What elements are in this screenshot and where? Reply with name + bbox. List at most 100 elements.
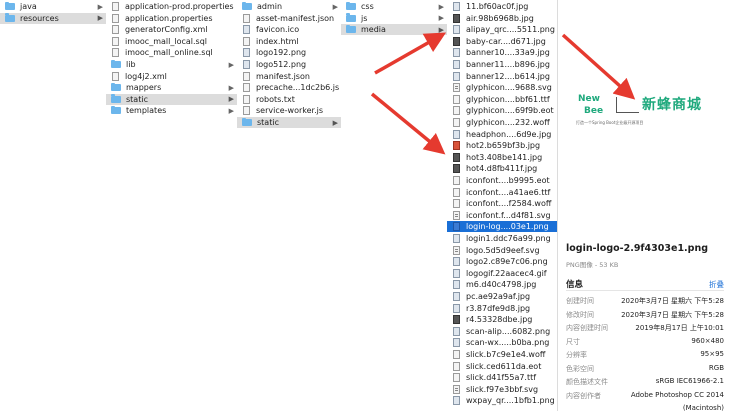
file-item[interactable]: alipay_qrc....5511.png <box>447 24 557 35</box>
file-icon <box>243 71 250 81</box>
file-item[interactable]: hot4.d8fb411f.jpg <box>447 163 557 174</box>
item-label: imooc_mall_online.sql <box>125 48 213 58</box>
column-2: application-prod.properties application.p… <box>106 0 238 411</box>
item-label: log4j2.xml <box>125 71 167 81</box>
file-icon <box>453 234 460 243</box>
file-item[interactable]: banner11....b896.jpg <box>447 59 557 70</box>
file-icon <box>453 187 460 197</box>
item-label: m6.d40c4798.jpg <box>466 280 537 290</box>
file-item[interactable]: application.properties <box>106 13 237 24</box>
info-value: sRGB IEC61966-2.1 <box>655 377 724 385</box>
file-item[interactable]: glyphicon....232.woff <box>447 117 557 128</box>
folder-item[interactable]: lib ▶ <box>106 59 237 70</box>
file-item[interactable]: air.98b6968b.jpg <box>447 13 557 24</box>
folder-icon <box>242 117 252 126</box>
info-key: 内容创建时间 <box>566 324 608 332</box>
file-icon <box>243 36 250 46</box>
item-label: index.html <box>256 36 299 46</box>
file-item[interactable]: imooc_mall_online.sql <box>106 47 237 58</box>
file-item[interactable]: logo.5d5d9eef.svg <box>447 245 557 256</box>
file-item[interactable]: logogif.22aacec4.gif <box>447 268 557 279</box>
file-item[interactable]: r4.53328dbe.jpg <box>447 314 557 325</box>
collapse-link[interactable]: 折叠 <box>709 279 724 290</box>
item-label: headphon....6d9e.jpg <box>466 129 552 139</box>
file-icon <box>453 199 460 209</box>
file-item[interactable]: glyphicon....bbf61.ttf <box>447 94 557 105</box>
file-item[interactable]: logo192.png <box>237 47 341 58</box>
file-item[interactable]: application-prod.properties <box>106 1 237 12</box>
item-label: iconfont....f2584.woff <box>466 199 552 209</box>
file-item[interactable]: m6.d40c4798.jpg <box>447 279 557 290</box>
folder-item[interactable]: java ▶ <box>0 1 106 12</box>
item-label: iconfont....b9995.eot <box>466 176 550 185</box>
file-item[interactable]: robots.txt <box>237 94 341 105</box>
file-item[interactable]: iconfont....f2584.woff <box>447 198 557 209</box>
file-item[interactable]: 11.bf60ac0f.jpg <box>447 1 557 12</box>
folder-icon <box>111 94 121 103</box>
file-item[interactable]: baby-car....d671.jpg <box>447 36 557 47</box>
folder-item[interactable]: css ▶ <box>341 1 447 12</box>
file-item[interactable]: imooc_mall_local.sql <box>106 36 237 47</box>
folder-item[interactable]: mappers ▶ <box>106 82 237 93</box>
folder-item[interactable]: static ▶ <box>106 93 237 105</box>
file-item[interactable]: iconfont....a41ae6.ttf <box>447 187 557 198</box>
file-item[interactable]: login-log....03e1.png <box>447 221 557 233</box>
file-item[interactable]: slick.f97e3bbf.svg <box>447 384 557 395</box>
file-item[interactable]: service-worker.js <box>237 105 341 116</box>
divider <box>566 290 724 291</box>
file-item[interactable]: iconfont.f...d4f81.svg <box>447 210 557 221</box>
chevron-right-icon: ▶ <box>228 95 234 104</box>
file-item[interactable]: iconfont....b9995.eot <box>447 175 557 186</box>
folder-item[interactable]: resources ▶ <box>0 12 106 24</box>
chevron-right-icon: ▶ <box>97 14 103 23</box>
info-row: (Macintosh) <box>566 404 724 416</box>
file-item[interactable]: slick.d41f55a7.ttf <box>447 372 557 383</box>
file-item[interactable]: hot3.408be141.jpg <box>447 152 557 163</box>
item-label: login-log....03e1.png <box>466 222 549 232</box>
folder-item[interactable]: templates ▶ <box>106 105 237 116</box>
file-item[interactable]: banner10....33a9.jpg <box>447 47 557 58</box>
file-item[interactable]: scan-alip....6082.png <box>447 326 557 337</box>
item-label: slick.b7c9e1e4.woff <box>466 350 546 359</box>
file-item[interactable]: slick.b7c9e1e4.woff <box>447 349 557 360</box>
info-row: 修改时间 2020年3月7日 星期六 下午5:28 <box>566 310 724 322</box>
file-icon <box>453 94 460 104</box>
file-item[interactable]: glyphicon....69f9b.eot <box>447 105 557 116</box>
folder-icon <box>346 24 356 34</box>
file-item[interactable]: glyphicon....9688.svg <box>447 82 557 93</box>
info-value: 960×480 <box>691 336 724 345</box>
file-item[interactable]: log4j2.xml <box>106 71 237 82</box>
info-key: 内容创作者 <box>566 391 601 400</box>
file-item[interactable]: headphon....6d9e.jpg <box>447 129 557 140</box>
file-item[interactable]: manifest.json <box>237 71 341 82</box>
file-item[interactable]: hot2.b659bf3b.jpg <box>447 140 557 151</box>
file-item[interactable]: generatorConfig.xml <box>106 24 237 35</box>
folder-item[interactable]: admin ▶ <box>237 1 341 12</box>
folder-item[interactable]: js ▶ <box>341 13 447 24</box>
item-label: hot4.d8fb411f.jpg <box>466 164 538 174</box>
file-icon <box>453 164 460 174</box>
file-item[interactable]: favicon.ico <box>237 24 341 35</box>
info-row: 内容创作者 Adobe Photoshop CC 2014 <box>566 391 724 403</box>
item-label: logo512.png <box>256 60 307 69</box>
file-item[interactable]: logo512.png <box>237 59 341 70</box>
item-label: scan-alip....6082.png <box>466 326 551 336</box>
file-item[interactable]: precache...1dc2b6.js <box>237 82 341 93</box>
file-item[interactable]: scan-wx.....b0ba.png <box>447 337 557 348</box>
file-icon <box>243 83 250 93</box>
file-item[interactable]: banner12....b614.jpg <box>447 71 557 82</box>
file-item[interactable]: wxpay_qr....1bfb1.png <box>447 395 557 406</box>
file-icon <box>453 210 460 220</box>
file-item[interactable]: index.html <box>237 36 341 47</box>
file-item[interactable]: slick.ced611da.eot <box>447 361 557 372</box>
file-item[interactable]: pc.ae92a9af.jpg <box>447 291 557 302</box>
file-icon <box>453 60 460 69</box>
item-label: 11.bf60ac0f.jpg <box>466 2 529 11</box>
folder-item[interactable]: static ▶ <box>237 117 341 128</box>
folder-item[interactable]: media ▶ <box>341 24 447 36</box>
file-item[interactable]: asset-manifest.json <box>237 13 341 24</box>
file-item[interactable]: logo2.c89e7c06.png <box>447 256 557 267</box>
file-item[interactable]: r3.87dfe9d8.jpg <box>447 303 557 314</box>
file-icon <box>453 326 460 336</box>
file-item[interactable]: login1.ddc76a99.png <box>447 233 557 244</box>
